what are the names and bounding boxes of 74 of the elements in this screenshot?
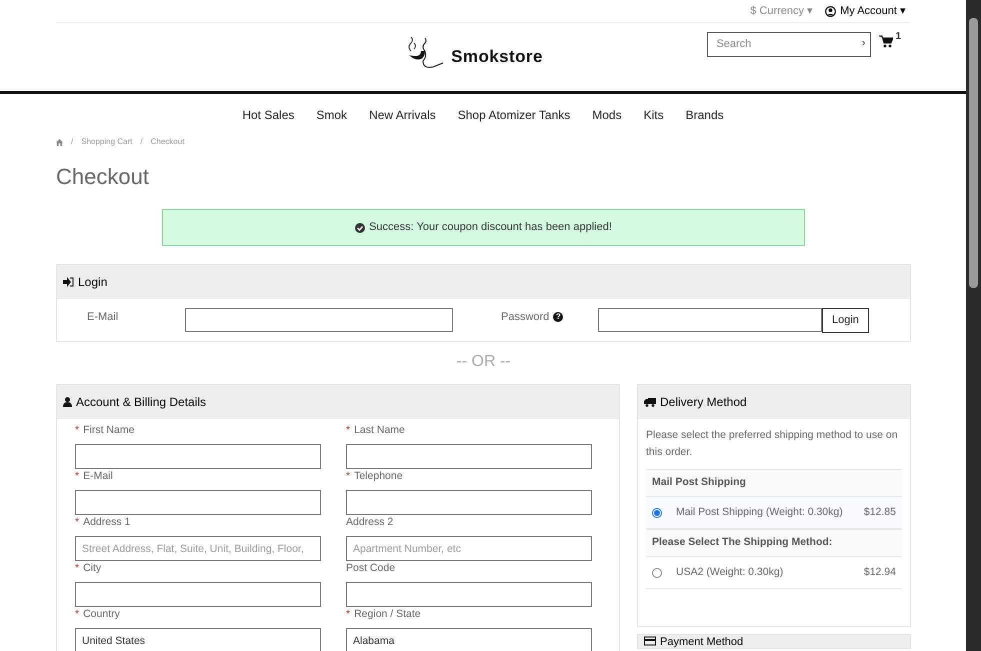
sign-in-icon (63, 277, 74, 287)
nav-link[interactable]: New Arrivals (369, 106, 436, 132)
required-mark: * (346, 607, 350, 622)
password-input[interactable] (598, 308, 822, 332)
field-label: E-Mail (83, 469, 113, 484)
logo-text: Smokstore (451, 46, 543, 68)
input-field[interactable]: Street Address, Flat, Suite, Unit, Building, Floor, (75, 536, 321, 561)
account-dropdown[interactable]: My Account ▾ (825, 2, 906, 20)
required-mark: * (346, 469, 350, 484)
password-label: Password (501, 310, 550, 325)
separator-text: -- OR -- (455, 352, 512, 372)
page-title: Checkout (56, 163, 150, 191)
field-label: Address 1 (83, 515, 130, 530)
radio-button[interactable] (652, 508, 662, 518)
field-label: Telephone (354, 469, 403, 484)
login-button[interactable]: Login (822, 308, 869, 332)
shipping-option-label: USA2 (Weight: 0.30kg) (676, 564, 784, 580)
required-mark: * (75, 561, 80, 576)
required-mark: * (346, 423, 350, 438)
success-alert: Success: Your coupon discount has been applied! (162, 209, 805, 246)
card-icon (644, 636, 656, 646)
input-field[interactable] (75, 444, 321, 469)
check-circle-icon (355, 222, 366, 232)
breadcrumb-separator: / (140, 136, 143, 148)
field-label: Country (83, 607, 120, 622)
cart-count: 1 (895, 30, 901, 44)
home-icon[interactable] (56, 138, 63, 146)
user-icon (63, 397, 72, 407)
nav-link[interactable]: Mods (592, 106, 622, 132)
field-label: Last Name (354, 423, 405, 438)
shipping-option-label: Mail Post Shipping (Weight: 0.30kg) (676, 504, 844, 520)
truck-icon (644, 397, 656, 407)
input-field[interactable] (346, 444, 592, 469)
help-icon: ? (553, 312, 564, 322)
currency-dropdown[interactable]: $ Currency ▾ (750, 2, 814, 20)
field-label: City (83, 561, 102, 576)
field-label: Address 2 (346, 515, 394, 530)
nav-link[interactable]: Hot Sales (242, 106, 294, 132)
email-input[interactable] (185, 308, 453, 332)
nav-link[interactable]: Shop Atomizer Tanks (458, 106, 570, 132)
input-field[interactable]: United States (75, 628, 321, 651)
nav-link[interactable]: Brands (686, 106, 724, 132)
scrollbar-thumb[interactable] (969, 18, 978, 288)
nav-link[interactable]: Smok (316, 106, 348, 132)
input-field[interactable]: Apartment Number, etc (346, 536, 592, 561)
user-icon (825, 6, 836, 16)
input-field[interactable] (75, 582, 321, 607)
shipping-group-heading: Mail Post Shipping (646, 469, 902, 497)
input-field[interactable] (346, 490, 592, 515)
required-mark: * (75, 469, 80, 484)
input-field[interactable]: Alabama (346, 628, 592, 651)
input-field[interactable] (346, 582, 592, 607)
radio-button[interactable] (652, 568, 662, 578)
panel-title: Account & Billing Details (76, 394, 206, 411)
shipping-group-heading: Please Select The Shipping Method: (646, 529, 902, 557)
field-label: First Name (83, 423, 134, 438)
field-label: Region / State (354, 607, 421, 622)
delivery-intro: Please select the preferred shipping method to use on this order. (646, 428, 899, 460)
search-button[interactable]: › (862, 36, 866, 50)
field-label: Post Code (346, 561, 396, 576)
panel-title: Payment Method (660, 636, 744, 648)
breadcrumb-separator: / (71, 136, 74, 148)
panel-title: Login (78, 274, 108, 291)
shipping-price: $12.94 (864, 564, 896, 580)
cart-icon[interactable] (879, 35, 894, 48)
required-mark: * (75, 423, 80, 438)
required-mark: * (75, 515, 80, 530)
scrollbar[interactable] (966, 0, 981, 651)
shipping-price: $12.85 (864, 504, 896, 520)
nav-link[interactable]: Kits (644, 106, 664, 132)
input-field[interactable] (75, 490, 321, 515)
email-label: E-Mail (86, 310, 120, 325)
panel-title: Delivery Method (660, 394, 747, 411)
required-mark: * (75, 607, 80, 622)
